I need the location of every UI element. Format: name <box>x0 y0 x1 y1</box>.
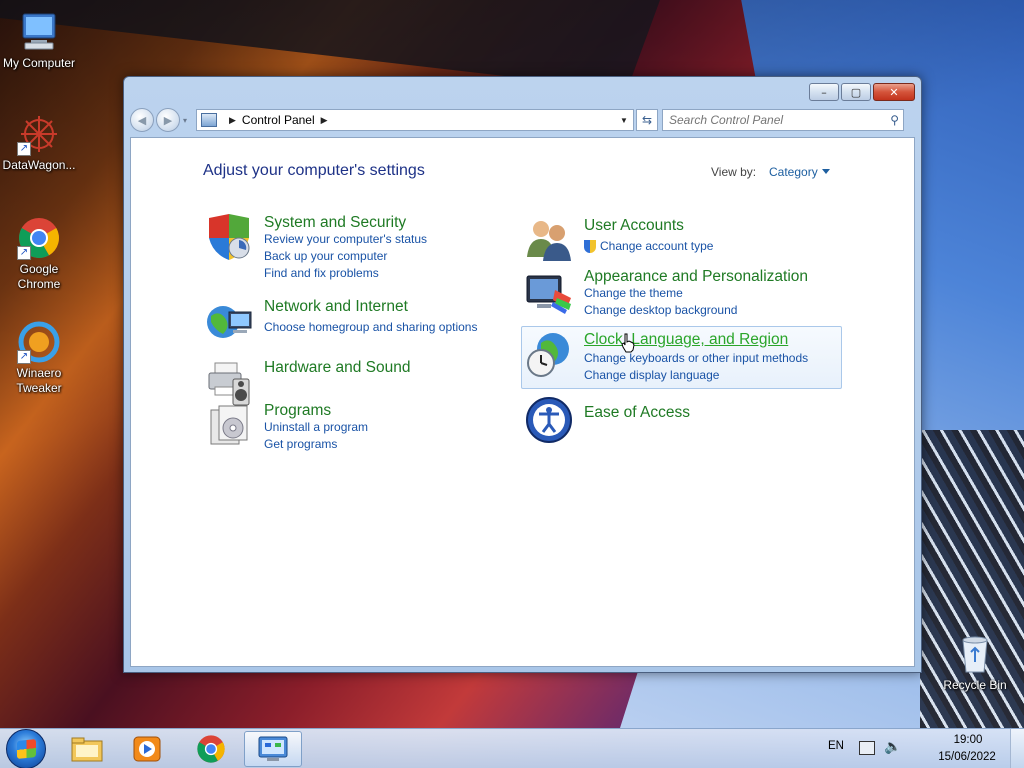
search-box[interactable]: ⚲ <box>662 109 904 131</box>
volume-icon[interactable]: 🔈 <box>884 738 901 755</box>
link-back-up[interactable]: Back up your computer <box>264 249 387 263</box>
view-by-label: View by: <box>711 165 757 179</box>
link-change-display-language[interactable]: Change display language <box>584 368 719 382</box>
chrome-icon: ↗ <box>17 216 61 260</box>
category-title[interactable]: Ease of Access <box>584 404 690 422</box>
address-dropdown-icon[interactable]: ▼ <box>615 116 633 125</box>
control-panel-icon <box>201 113 217 127</box>
search-icon[interactable]: ⚲ <box>890 113 899 127</box>
taskbar-chrome[interactable] <box>182 731 240 767</box>
computer-icon <box>17 10 61 54</box>
category-title[interactable]: Appearance and Personalization <box>584 268 808 286</box>
category-title[interactable]: Clock, Language, and Region <box>584 331 788 349</box>
desktop-icon-chrome[interactable]: ↗ Google Chrome <box>1 216 77 292</box>
link-homegroup[interactable]: Choose homegroup and sharing options <box>264 320 477 334</box>
category-title[interactable]: Hardware and Sound <box>264 359 411 377</box>
shield-icon <box>205 214 253 262</box>
language-indicator[interactable]: EN <box>828 740 844 752</box>
network-icon[interactable] <box>859 741 875 755</box>
desktop-icon-label: My Computer <box>2 56 76 70</box>
breadcrumb-chevron-icon[interactable]: ▶ <box>321 115 328 126</box>
media-player-icon <box>133 736 161 762</box>
view-by-dropdown[interactable]: Category <box>769 165 818 179</box>
view-by-dropdown-arrow-icon[interactable] <box>822 169 830 174</box>
taskbar-media-player[interactable] <box>118 731 176 767</box>
link-uninstall[interactable]: Uninstall a program <box>264 420 368 434</box>
link-change-background[interactable]: Change desktop background <box>584 303 737 317</box>
monitor-paint-icon <box>525 268 573 316</box>
datawagon-icon: ↗ <box>17 112 61 156</box>
minimize-button[interactable]: – <box>809 83 839 101</box>
link-label: Change account type <box>600 239 714 253</box>
winaero-icon: ↗ <box>17 320 61 364</box>
control-panel-window: – ▢ ✕ ◀ ▶ ▾ ▶ Control Panel ▶ ▼ ⇆ ⚲ Adju… <box>123 76 922 673</box>
page-title: Adjust your computer's settings <box>203 162 425 179</box>
content-pane: Adjust your computer's settings View by:… <box>130 137 915 667</box>
show-desktop-button[interactable] <box>1010 729 1024 768</box>
desktop-icon-label: Google Chrome <box>17 262 61 291</box>
desktop-icon-recycle-bin[interactable]: Recycle Bin <box>937 632 1013 693</box>
link-change-theme[interactable]: Change the theme <box>584 286 683 300</box>
clock-time[interactable]: 19:00 <box>937 734 999 746</box>
link-change-account-type[interactable]: Change account type <box>584 239 713 253</box>
desktop-icon-label: Recycle Bin <box>943 678 1007 692</box>
breadcrumb-chevron-icon[interactable]: ▶ <box>229 115 236 126</box>
category-title[interactable]: Network and Internet <box>264 298 408 316</box>
start-button[interactable] <box>6 729 46 768</box>
desktop-icon-datawagon[interactable]: ↗ DataWagon... <box>1 112 77 173</box>
explorer-icon <box>71 737 103 762</box>
category-title[interactable]: Programs <box>264 402 331 420</box>
forward-button[interactable]: ▶ <box>156 108 180 132</box>
category-title[interactable]: User Accounts <box>584 217 684 235</box>
uac-shield-icon <box>584 240 596 253</box>
navigation-bar: ◀ ▶ ▾ ▶ Control Panel ▶ ▼ ⇆ ⚲ <box>130 107 915 133</box>
users-icon <box>525 217 573 265</box>
ease-of-access-icon <box>525 396 573 444</box>
clock-globe-icon <box>525 331 573 379</box>
link-get-programs[interactable]: Get programs <box>264 437 337 451</box>
recent-pages-dropdown[interactable]: ▾ <box>180 116 190 125</box>
address-bar[interactable]: ▶ Control Panel ▶ ▼ <box>196 109 634 131</box>
printer-speaker-icon <box>205 359 253 407</box>
category-title[interactable]: System and Security <box>264 214 406 232</box>
refresh-button[interactable]: ⇆ <box>636 109 658 131</box>
maximize-button[interactable]: ▢ <box>841 83 871 101</box>
close-button[interactable]: ✕ <box>873 83 915 101</box>
programs-box-icon <box>205 402 253 450</box>
desktop-icon-my-computer[interactable]: My Computer <box>1 10 77 71</box>
recycle-bin-icon <box>953 632 997 676</box>
link-find-fix[interactable]: Find and fix problems <box>264 266 379 280</box>
desktop-icon-label: Winaero Tweaker <box>16 366 62 395</box>
taskbar: EN 🔈 19:00 15/06/2022 <box>0 728 1024 768</box>
hand-cursor-icon <box>621 333 635 353</box>
shortcut-arrow-icon: ↗ <box>17 142 31 156</box>
link-change-keyboards[interactable]: Change keyboards or other input methods <box>584 351 808 365</box>
breadcrumb-control-panel[interactable]: Control Panel <box>242 113 315 127</box>
window-controls: – ▢ ✕ <box>809 83 915 101</box>
windows-logo-icon <box>17 739 36 759</box>
link-review-status[interactable]: Review your computer's status <box>264 232 427 246</box>
shortcut-arrow-icon: ↗ <box>17 350 31 364</box>
taskbar-control-panel[interactable] <box>244 731 302 767</box>
taskbar-explorer[interactable] <box>58 731 116 767</box>
desktop-icon-label: DataWagon... <box>2 158 76 172</box>
network-globe-icon <box>205 298 253 346</box>
search-input[interactable] <box>669 113 879 127</box>
shortcut-arrow-icon: ↗ <box>17 246 31 260</box>
back-button[interactable]: ◀ <box>130 108 154 132</box>
control-panel-icon <box>258 736 288 761</box>
clock-date[interactable]: 15/06/2022 <box>932 751 1002 763</box>
desktop-icon-winaero[interactable]: ↗ Winaero Tweaker <box>1 320 77 396</box>
chrome-icon <box>197 735 225 763</box>
